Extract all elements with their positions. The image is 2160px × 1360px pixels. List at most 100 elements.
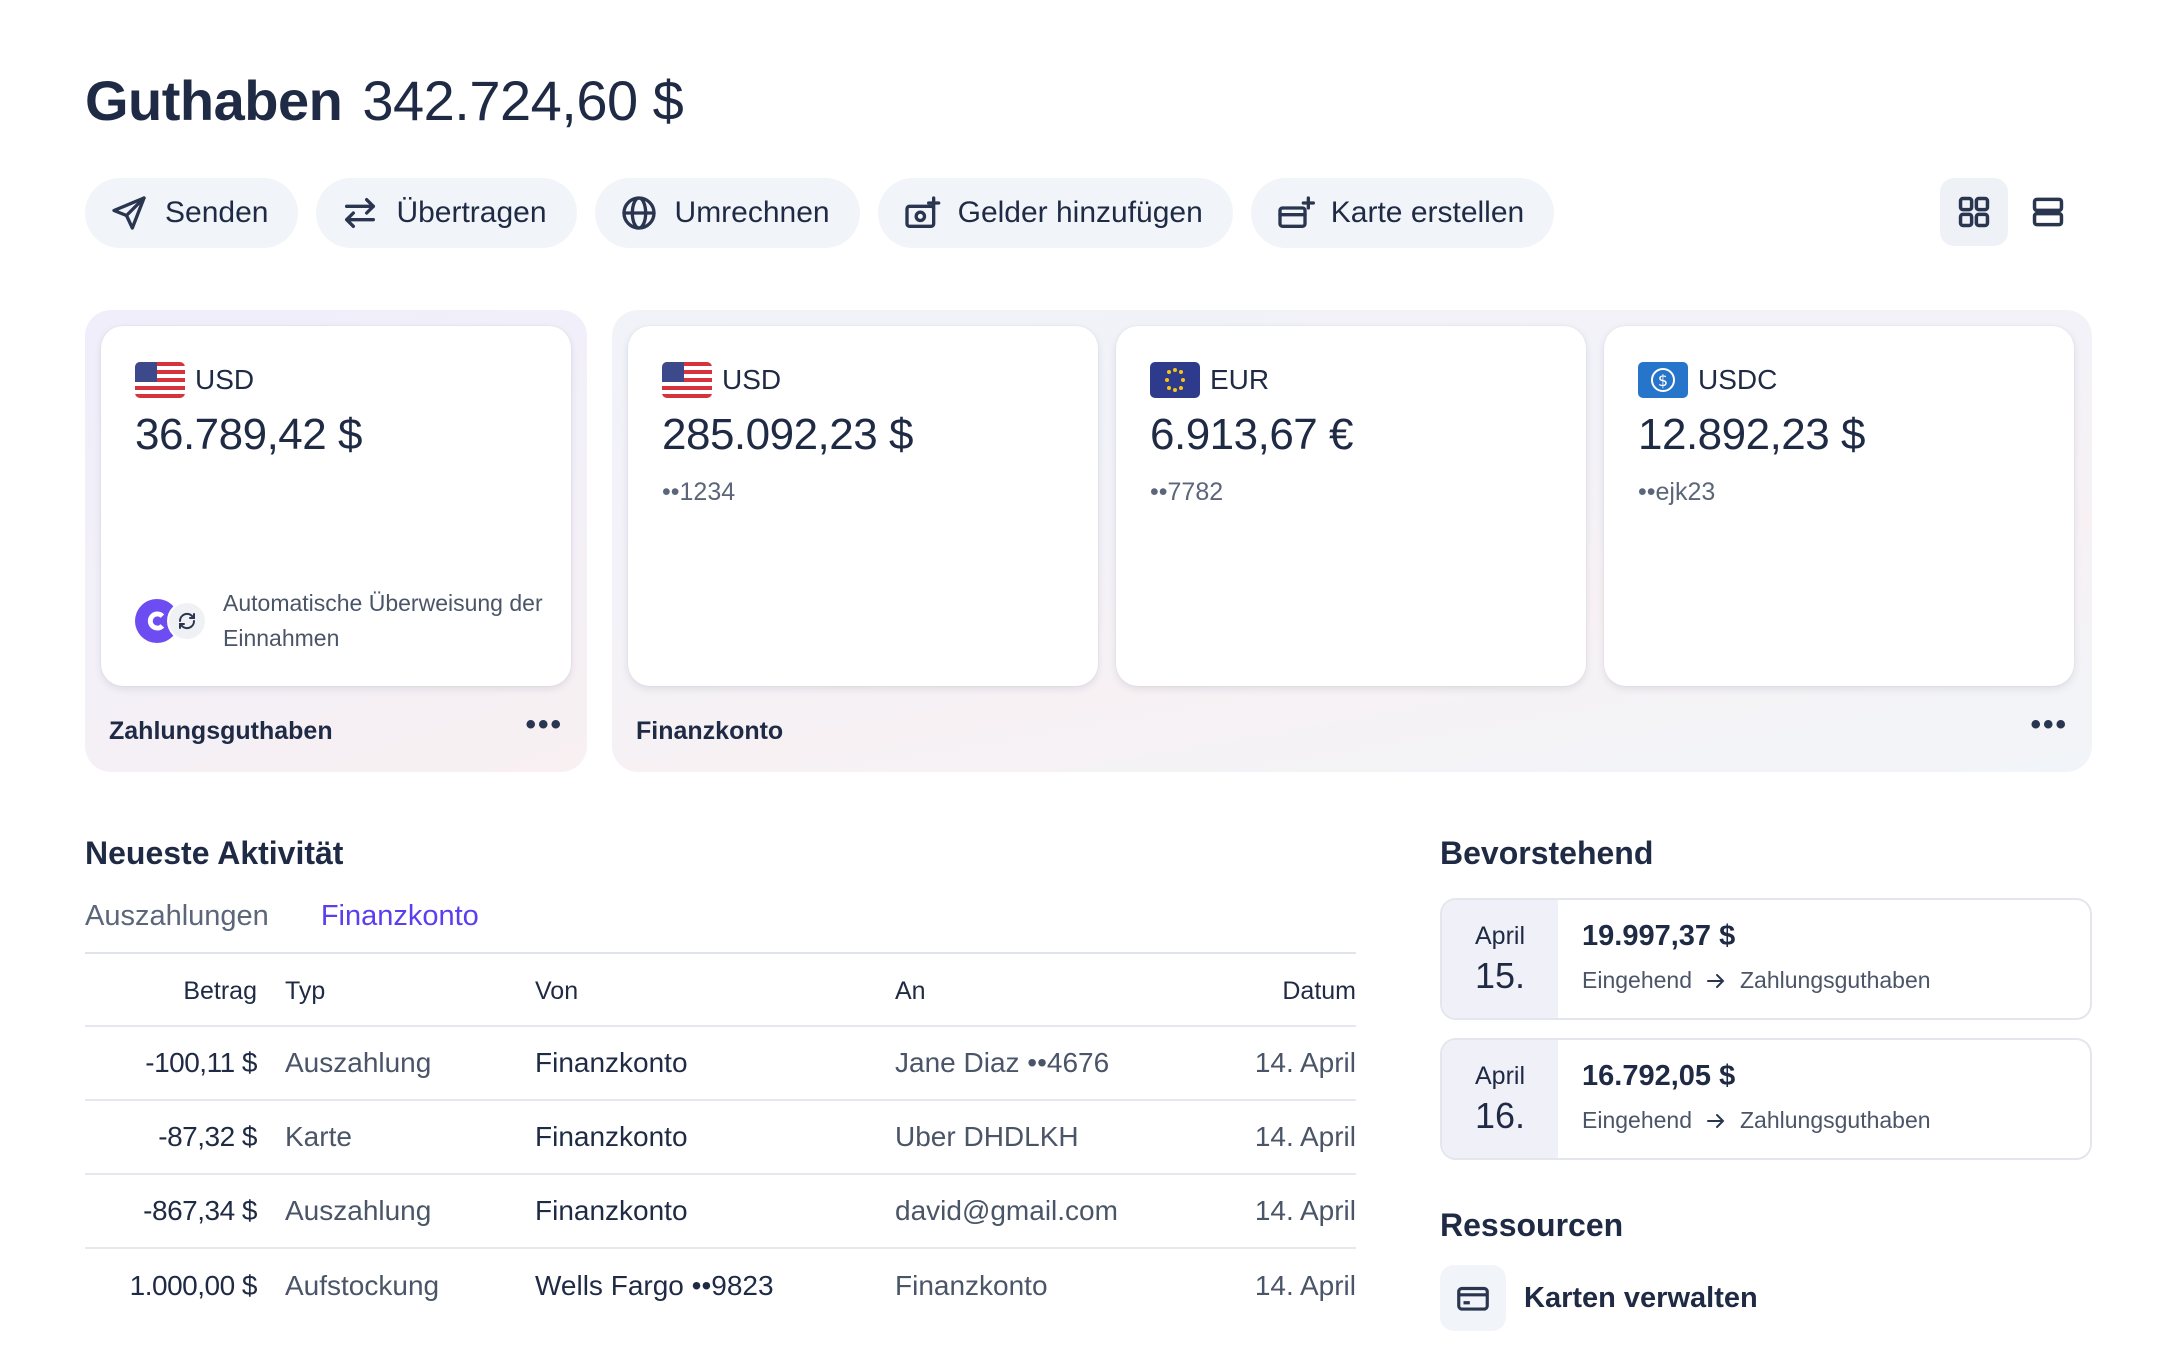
manage-cards-label: Karten verwalten (1524, 1281, 1758, 1314)
card-account: ••7782 (1150, 478, 1224, 506)
activity-table: Betrag Typ Von An Datum -100,11 $ Auszah… (85, 958, 1356, 1322)
row-to: david@gmail.com (895, 1173, 1215, 1248)
finance-more-icon[interactable]: ••• (2030, 708, 2068, 742)
transfer-button[interactable]: Übertragen (316, 178, 577, 248)
eu-flag-icon (1150, 362, 1200, 398)
row-to: Uber DHDLKH (895, 1099, 1215, 1174)
upcoming-target: Zahlungsguthaben (1740, 1107, 1931, 1133)
auto-transfer-text: Automatische Überweisung der Einnahmen (223, 590, 543, 651)
sync-icon (167, 601, 207, 641)
card-currency: USDC (1698, 364, 1778, 395)
finance-usdc-card[interactable]: $ USDC 12.892,23 $ ••ejk23 (1604, 326, 2074, 686)
row-date: 14. April (1215, 1173, 1356, 1248)
globe-icon (621, 196, 656, 230)
row-type: Aufstockung (285, 1247, 535, 1322)
upcoming-date: April 16. (1442, 1040, 1558, 1158)
add-funds-button[interactable]: Gelder hinzufügen (877, 178, 1233, 248)
upcoming-meta: Eingehend Zahlungsguthaben (1582, 967, 1931, 994)
resources-title: Ressourcen (1440, 1207, 1624, 1243)
upcoming-date: April 15. (1442, 900, 1558, 1018)
create-card-label: Karte erstellen (1330, 196, 1525, 229)
row-to: Finanzkonto (895, 1247, 1215, 1322)
action-bar: Senden Übertragen Umrechnen Gelder hinzu… (85, 178, 1555, 248)
column-type: Typ (285, 977, 326, 1005)
payment-group-label: Zahlungsguthaben (109, 717, 333, 745)
upcoming-month: April (1474, 921, 1525, 950)
row-type: Auszahlung (285, 1173, 535, 1248)
upcoming-meta: Eingehend Zahlungsguthaben (1582, 1107, 1931, 1134)
upcoming-title: Bevorstehend (1440, 835, 1654, 871)
tab-payouts[interactable]: Auszahlungen (85, 900, 269, 933)
arrow-right-icon (1707, 973, 1725, 988)
create-card-button[interactable]: Karte erstellen (1250, 178, 1555, 248)
send-button[interactable]: Senden (85, 178, 299, 248)
column-date: Datum (1282, 977, 1356, 1005)
list-view-button[interactable] (2014, 178, 2082, 246)
row-type: Karte (285, 1099, 535, 1174)
card-amount: 36.789,42 $ (135, 410, 362, 459)
row-date: 14. April (1215, 1247, 1356, 1322)
row-type: Auszahlung (285, 1025, 535, 1100)
tabs-divider (85, 952, 1356, 954)
transfer-label: Übertragen (396, 196, 547, 229)
upcoming-day: 15. (1474, 954, 1526, 996)
payment-usd-card[interactable]: USD 36.789,42 $ Automatische Überweisung… (101, 326, 571, 686)
convert-label: Umrechnen (674, 196, 830, 229)
view-toggle (1940, 178, 2082, 246)
table-row[interactable]: -867,34 $ Auszahlung Finanzkonto david@g… (85, 1173, 1356, 1248)
auto-transfer-icons (135, 599, 207, 643)
column-amount: Betrag (183, 977, 257, 1005)
upcoming-target: Zahlungsguthaben (1740, 967, 1931, 993)
card-currency: USD (722, 364, 782, 395)
convert-button[interactable]: Umrechnen (594, 178, 860, 248)
payment-more-icon[interactable]: ••• (525, 708, 563, 742)
grid-icon (1958, 196, 1990, 228)
card-currency: EUR (1210, 364, 1270, 395)
finance-usd-card[interactable]: USD 285.092,23 $ ••1234 (628, 326, 1098, 686)
row-from: Finanzkonto (535, 1025, 895, 1100)
add-funds-icon (904, 196, 940, 228)
card-amount: 6.913,67 € (1150, 410, 1353, 459)
table-row[interactable]: 1.000,00 $ Aufstockung Wells Fargo ••982… (85, 1247, 1356, 1322)
table-row[interactable]: -100,11 $ Auszahlung Finanzkonto Jane Di… (85, 1025, 1356, 1100)
tab-finance-account[interactable]: Finanzkonto (321, 900, 479, 933)
table-header: Betrag Typ Von An Datum (85, 958, 1356, 1026)
column-from: Von (535, 977, 579, 1005)
upcoming-body: 19.997,37 $ Eingehend Zahlungsguthaben (1558, 900, 1955, 1018)
card-amount: 12.892,23 $ (1638, 410, 1865, 459)
us-flag-icon (135, 362, 185, 398)
upcoming-direction: Eingehend (1582, 1107, 1692, 1133)
row-date: 14. April (1215, 1025, 1356, 1100)
upcoming-amount: 19.997,37 $ (1582, 920, 1736, 952)
column-to: An (895, 977, 926, 1005)
grid-view-button[interactable] (1940, 178, 2008, 246)
svg-text:$: $ (1658, 371, 1668, 390)
add-funds-label: Gelder hinzufügen (957, 196, 1203, 229)
upcoming-direction: Eingehend (1582, 967, 1692, 993)
row-from: Wells Fargo ••9823 (535, 1247, 895, 1322)
upcoming-amount: 16.792,05 $ (1582, 1060, 1736, 1092)
usdc-icon: $ (1638, 362, 1688, 398)
card-icon (1440, 1265, 1506, 1331)
upcoming-day: 16. (1474, 1094, 1526, 1136)
total-balance: 342.724,60 $ (362, 69, 684, 132)
card-currency: USD (195, 364, 255, 395)
table-row[interactable]: -87,32 $ Karte Finanzkonto Uber DHDLKH 1… (85, 1099, 1356, 1174)
row-amount: 1.000,00 $ (85, 1247, 285, 1322)
card-header: EUR (1150, 362, 1552, 398)
upcoming-item[interactable]: April 15. 19.997,37 $ Eingehend Zahlungs… (1440, 898, 2092, 1020)
row-amount: -100,11 $ (85, 1025, 285, 1100)
finance-group-label: Finanzkonto (636, 717, 784, 745)
create-card-icon (1278, 196, 1315, 228)
row-from: Finanzkonto (535, 1099, 895, 1174)
auto-transfer: Automatische Überweisung der Einnahmen (135, 586, 553, 656)
card-account: ••1234 (662, 478, 736, 506)
row-amount: -87,32 $ (85, 1099, 285, 1174)
row-from: Finanzkonto (535, 1173, 895, 1248)
card-header: USD (135, 362, 537, 398)
finance-eur-card[interactable]: EUR 6.913,67 € ••7782 (1116, 326, 1586, 686)
upcoming-item[interactable]: April 16. 16.792,05 $ Eingehend Zahlungs… (1440, 1038, 2092, 1160)
manage-cards-link[interactable]: Karten verwalten (1440, 1265, 1758, 1331)
payment-balance-group: USD 36.789,42 $ Automatische Überweisung… (85, 310, 587, 772)
card-header: USD (662, 362, 1064, 398)
